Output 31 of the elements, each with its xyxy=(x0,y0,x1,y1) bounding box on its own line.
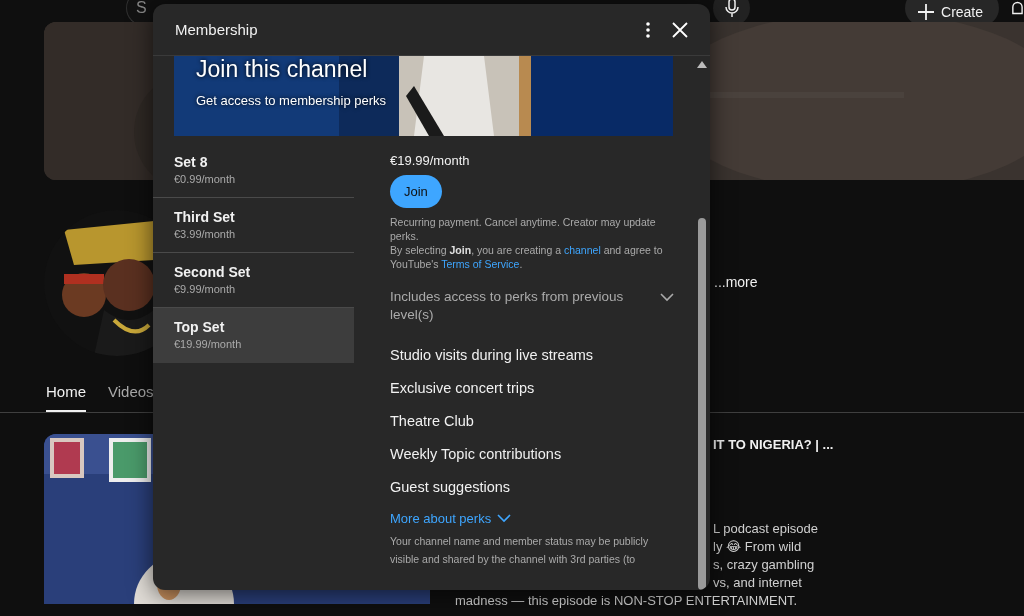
level-name: Top Set xyxy=(174,319,226,335)
perk-item: Theatre Club xyxy=(390,413,475,429)
scrollbar-thumb[interactable] xyxy=(698,218,706,590)
join-button[interactable]: Join xyxy=(390,175,442,208)
privacy-disclaimer: Your channel name and member status may be publicly visible and shared by the channel with 3rd parties (to xyxy=(390,534,650,567)
level-name: Second Set xyxy=(174,264,252,280)
more-link[interactable]: ...more xyxy=(714,274,758,290)
level-price: €9.99/month xyxy=(174,283,237,295)
video-description: ly 😂 From wild xyxy=(713,538,803,556)
perk-item: Studio visits during live streams xyxy=(390,347,595,363)
membership-level[interactable]: Third Set €3.99/month xyxy=(153,198,354,253)
video-title[interactable]: IT TO NIGERIA? | ... xyxy=(713,437,834,452)
level-price: €3.99/month xyxy=(174,228,237,240)
more-about-perks-link[interactable]: More about perks xyxy=(390,511,512,526)
video-description: madness — this episode is NON-STOP ENTERTAINMENT. xyxy=(455,592,799,610)
channel-link[interactable]: channel xyxy=(563,244,601,256)
perk-item: Weekly Topic contributions xyxy=(390,446,563,462)
level-price: €19.99/month xyxy=(174,338,243,350)
payment-notice: Recurring payment. Cancel anytime. Creator may update perks. xyxy=(390,215,657,243)
perk-item: Exclusive concert trips xyxy=(390,380,536,396)
channel-tab[interactable]: Videos xyxy=(108,379,154,412)
video-description: s, crazy gambling xyxy=(713,556,816,574)
video-description: vs, and internet xyxy=(713,574,803,592)
channel-tab[interactable]: Home xyxy=(46,379,86,412)
level-name: Third Set xyxy=(174,209,236,225)
includes-perks-toggle[interactable]: Includes access to perks from previous level(s) xyxy=(390,288,674,324)
consent-text: By selecting Join, you are creating a channel and agree to YouTube's Terms of Service. xyxy=(390,243,664,271)
perk-item: Guest suggestions xyxy=(390,479,512,495)
membership-level[interactable]: Top Set €19.99/month xyxy=(153,308,354,363)
video-description: L podcast episode xyxy=(713,520,820,538)
plus-icon xyxy=(917,3,935,21)
